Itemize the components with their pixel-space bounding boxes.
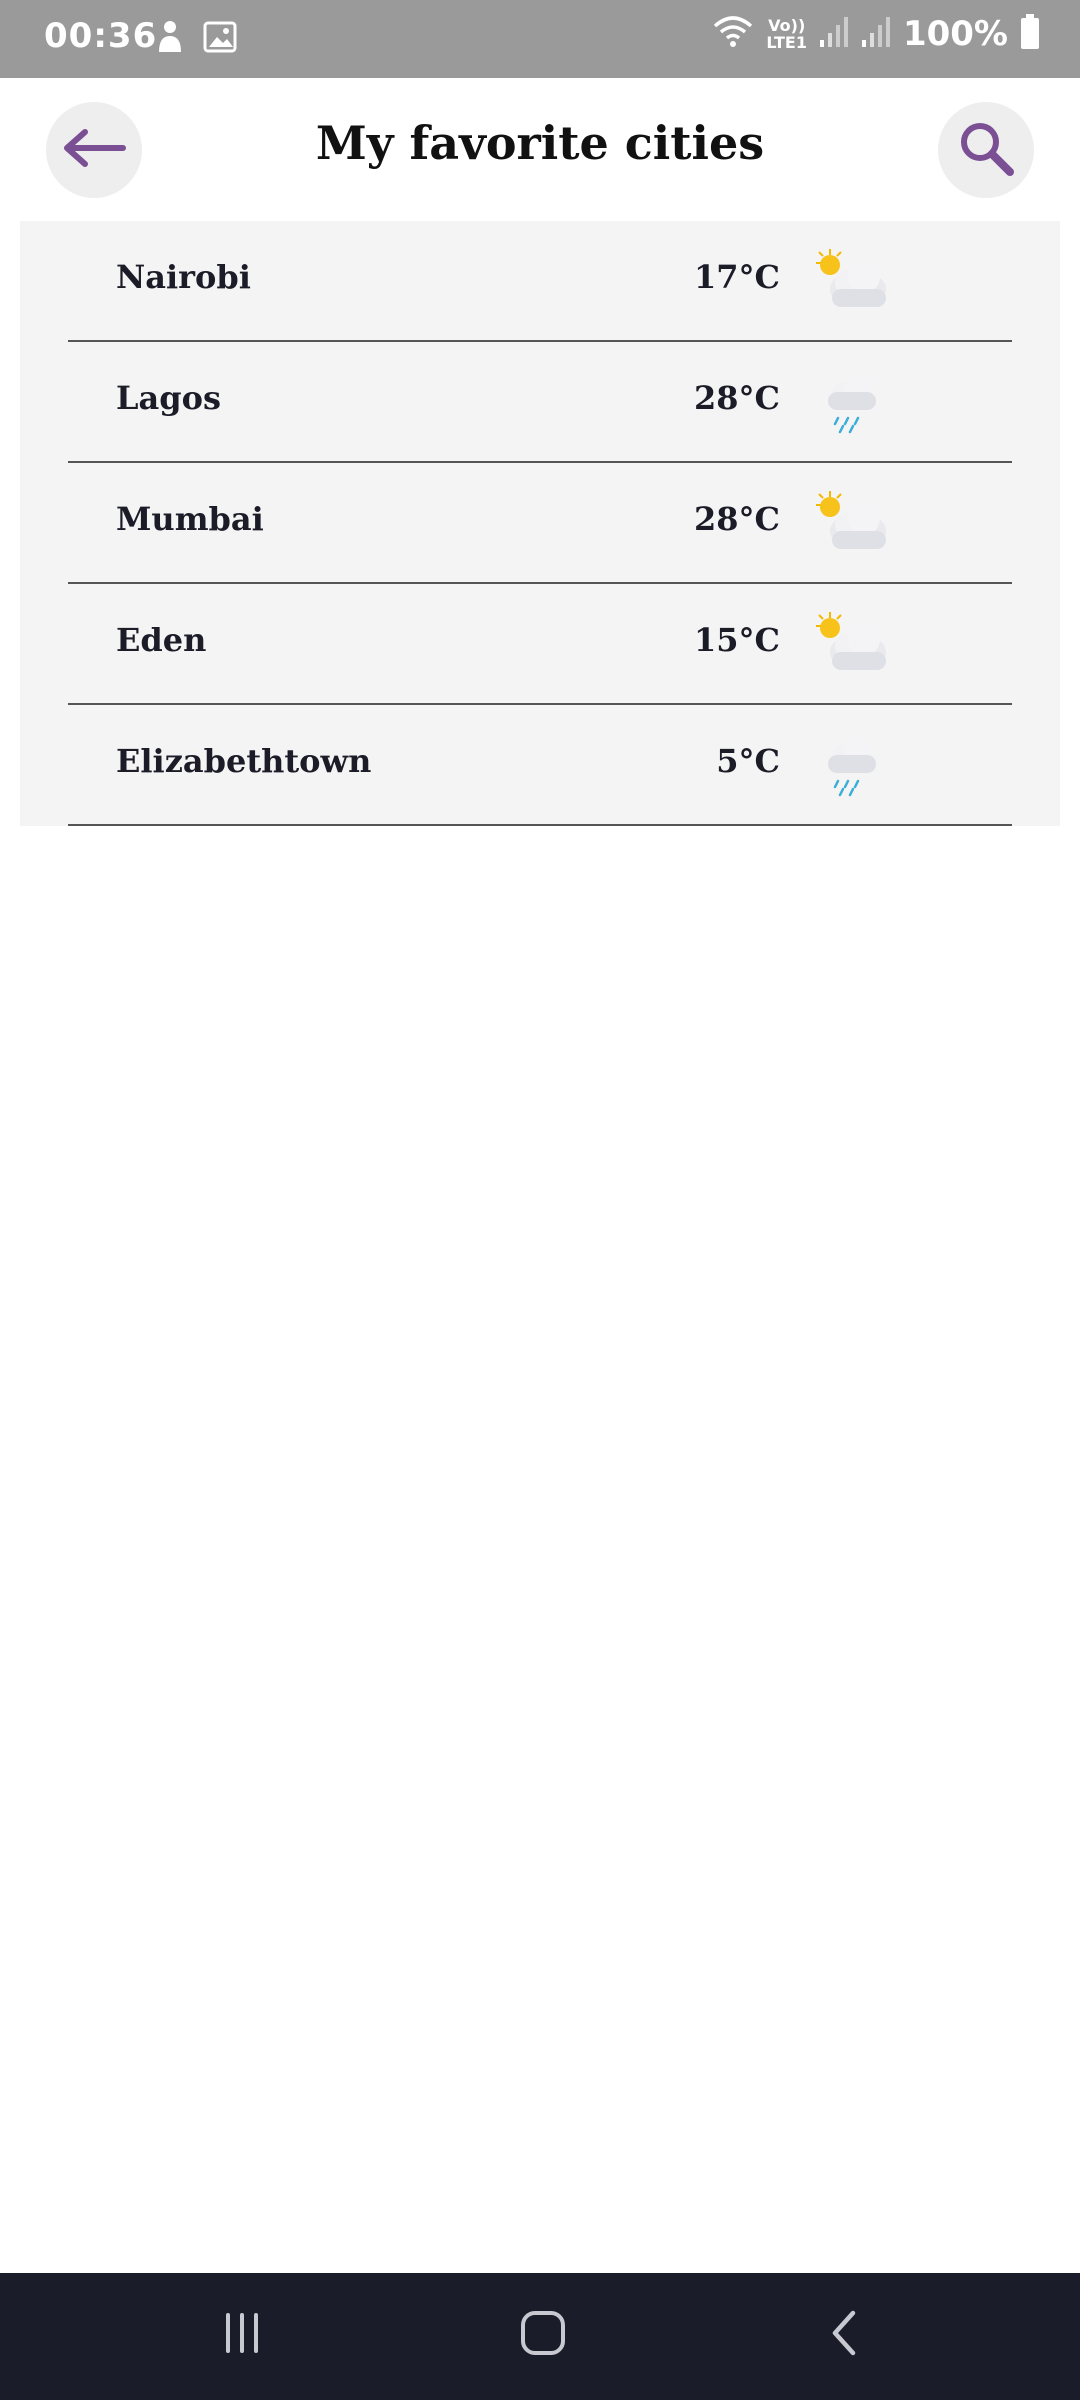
- city-row[interactable]: Elizabethtown 5°C: [20, 705, 1060, 826]
- status-bar: 00:36 Vo)) LTE1 100%: [0, 0, 1080, 78]
- person-icon: [155, 20, 185, 58]
- wifi-icon: [712, 14, 754, 54]
- recent-apps-button[interactable]: [202, 2303, 282, 2367]
- city-temperature: 15°C: [694, 621, 780, 659]
- signal-icon: [861, 16, 891, 52]
- app-header: My favorite cities: [0, 78, 1080, 220]
- lte-label: LTE1: [766, 33, 807, 52]
- rain-cloud-icon: [810, 727, 890, 803]
- city-temperature: 28°C: [694, 379, 780, 417]
- network-type-label: Vo)) LTE1: [766, 17, 807, 51]
- city-name: Nairobi: [116, 258, 251, 296]
- partly-cloudy-icon: [810, 243, 890, 319]
- rain-cloud-icon: [810, 364, 890, 440]
- search-icon: [956, 118, 1016, 182]
- search-button[interactable]: [938, 102, 1034, 198]
- battery-icon: [1020, 14, 1040, 54]
- home-icon: [519, 2309, 567, 2361]
- city-temperature: 5°C: [716, 742, 780, 780]
- status-time: 00:36: [44, 16, 158, 56]
- city-row[interactable]: Mumbai 28°C: [20, 463, 1060, 584]
- city-row[interactable]: Nairobi 17°C: [20, 221, 1060, 342]
- signal-icon: [819, 16, 849, 52]
- city-temperature: 17°C: [694, 258, 780, 296]
- city-name: Mumbai: [116, 500, 264, 538]
- city-temperature: 28°C: [694, 500, 780, 538]
- home-button[interactable]: [503, 2303, 583, 2367]
- city-row[interactable]: Lagos 28°C: [20, 342, 1060, 463]
- city-name: Lagos: [116, 379, 221, 417]
- back-icon: [827, 2309, 863, 2361]
- volte-label: Vo)): [768, 16, 806, 35]
- partly-cloudy-icon: [810, 606, 890, 682]
- recent-apps-icon: [220, 2311, 264, 2359]
- city-name: Eden: [116, 621, 207, 659]
- city-row[interactable]: Eden 15°C: [20, 584, 1060, 705]
- battery-percentage: 100%: [902, 14, 1008, 54]
- page-title: My favorite cities: [315, 116, 765, 170]
- image-icon: [203, 21, 237, 57]
- partly-cloudy-icon: [810, 485, 890, 561]
- system-nav-bar: [0, 2273, 1080, 2400]
- city-name: Elizabethtown: [116, 742, 372, 780]
- status-left-icons: [155, 20, 237, 58]
- favorite-cities-list: Nairobi 17°C Lagos 28°C Mumbai 28°C Eden…: [20, 221, 1060, 826]
- nav-back-button[interactable]: [805, 2303, 885, 2367]
- status-right-icons: Vo)) LTE1 100%: [712, 14, 1040, 54]
